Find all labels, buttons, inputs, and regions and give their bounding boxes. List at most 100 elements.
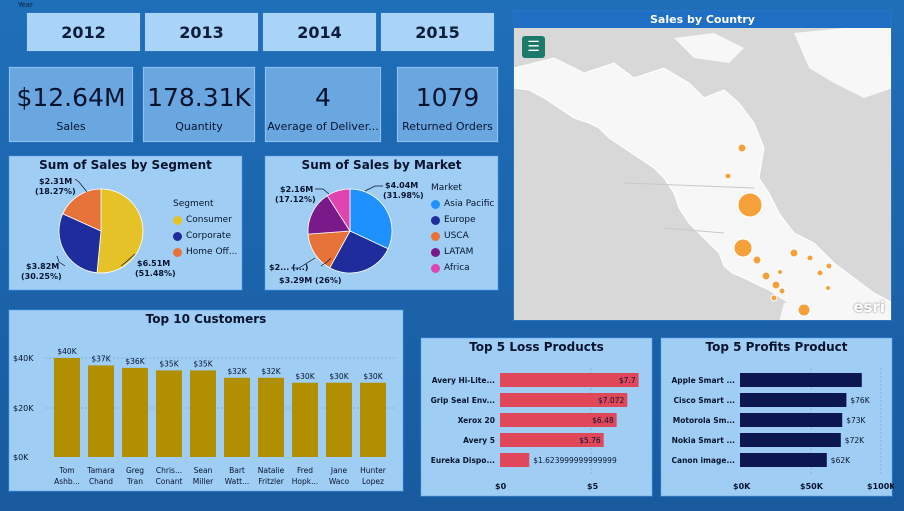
map-canvas[interactable] (514, 28, 892, 321)
profit-bar[interactable] (740, 453, 827, 467)
segment-label-right-pct: (51.48%) (135, 269, 176, 278)
year-button-2012[interactable]: 2012 (26, 12, 141, 52)
customer-bar[interactable] (88, 365, 114, 457)
x-tick-label: $5 (587, 482, 599, 491)
loss-bar[interactable] (500, 453, 530, 467)
legend-item-consumer[interactable]: Consumer (173, 215, 237, 225)
year-slicer-label: Year (18, 1, 33, 9)
x-category-label: Hopk... (292, 477, 318, 486)
x-category-label: Bart (229, 466, 245, 475)
profit-bar[interactable] (740, 433, 841, 447)
kpi-label: Average of Deliver... (267, 119, 379, 133)
y-category-label: Avery 5 (463, 436, 495, 445)
sales-by-country-map[interactable]: Sales by Country ☰ esri (513, 10, 892, 321)
kpi-card-avg-delivery: 4 Average of Deliver... (264, 66, 382, 143)
x-category-label: Lopez (362, 477, 384, 486)
top-loss-products-panel: Top 5 Loss Products $0 $5 Avery Hi-Lite.… (420, 337, 653, 497)
customer-bar[interactable] (360, 382, 386, 457)
x-category-label: Tamara (86, 466, 115, 475)
bar-data-label: $35K (159, 359, 179, 368)
x-category-label: Waco (329, 477, 350, 486)
segment-label-right: $6.51M (137, 259, 170, 268)
bar-data-label: $6.48 (592, 416, 614, 425)
customer-bar[interactable] (292, 382, 318, 457)
bar-data-label: $62K (831, 456, 851, 465)
y-category-label: Grip Seal Env... (431, 396, 496, 405)
segment-pie-panel: Sum of Sales by Segment $2.31M (18.27%) … (8, 155, 243, 291)
segment-label-bottom-pct: (30.25%) (21, 272, 62, 281)
bar-data-label: $5.76 (579, 436, 601, 445)
loss-bar[interactable] (500, 373, 639, 387)
kpi-value: 178.31K (147, 82, 251, 112)
y-category-label: Motorola Sm... (673, 416, 735, 425)
legend-item-latam[interactable]: LATAM (431, 247, 494, 257)
bar-data-label: $37K (91, 354, 111, 363)
legend-dot-icon (431, 215, 440, 225)
bar-data-label: $76K (850, 396, 870, 405)
customer-bar[interactable] (54, 358, 80, 457)
y-category-label: Avery Hi-Lite... (432, 376, 495, 385)
year-button-2014[interactable]: 2014 (262, 12, 377, 52)
legend-item-home-office[interactable]: Home Off... (173, 247, 237, 257)
kpi-label: Returned Orders (402, 119, 493, 133)
legend-item-asia-pacific[interactable]: Asia Pacific (431, 199, 494, 209)
bar-data-label: $30K (295, 372, 315, 381)
market-legend: Market Asia Pacific Europe USCA LATAM Af… (431, 183, 494, 273)
x-category-label: Fritzler (258, 477, 285, 486)
x-category-label: Ashb... (54, 477, 80, 486)
x-tick-label: $0K (733, 482, 751, 491)
market-label-top-left-pct: (17.12%) (275, 195, 316, 204)
kpi-card-sales: $12.64M Sales (8, 66, 134, 143)
customer-bar[interactable] (156, 370, 182, 457)
x-category-label: Sean (194, 466, 213, 475)
legend-item-africa[interactable]: Africa (431, 263, 494, 273)
customer-bar[interactable] (326, 382, 352, 457)
x-category-label: Chris... (156, 466, 182, 475)
segment-label-top: $2.31M (39, 177, 72, 186)
market-label-bottom: $3.29M (26%) (279, 276, 342, 285)
x-tick-label: $100K (867, 482, 894, 491)
market-label-top-left: $2.16M (280, 185, 313, 194)
x-tick-label: $50K (800, 482, 824, 491)
x-category-label: Watt... (225, 477, 250, 486)
legend-dot-icon (431, 263, 440, 273)
legend-dot-icon (173, 215, 182, 225)
customer-bar[interactable] (122, 367, 148, 457)
y-category-label: Eureka Dispo... (431, 456, 495, 465)
top-customers-chart[interactable]: $40K $20K $0K $40K Tom Ashb... $37K Tamara Ch… (9, 310, 405, 493)
bar-data-label: $40K (57, 347, 77, 356)
kpi-value: 4 (315, 82, 331, 112)
customer-bar[interactable] (224, 377, 250, 457)
x-category-label: Greg (126, 466, 144, 475)
legend-dot-icon (431, 199, 440, 209)
top-loss-products-chart[interactable]: $0 $5 Avery Hi-Lite... $7.7 Grip Seal Env.… (421, 338, 654, 498)
profit-bar[interactable] (740, 393, 847, 407)
market-legend-title: Market (431, 183, 462, 193)
segment-label-top-pct: (18.27%) (35, 187, 76, 196)
segment-label-bottom: $3.82M (26, 262, 59, 271)
x-tick-label: $0 (495, 482, 507, 491)
top-profit-products-panel: Top 5 Profits Product $0K $50K $100K App… (660, 337, 894, 498)
top-profit-products-chart[interactable]: $0K $50K $100K Apple Smart ... Cisco Smar… (661, 338, 894, 498)
customer-bar[interactable] (190, 370, 216, 457)
bar-data-label: $30K (363, 372, 383, 381)
bar-data-label: $35K (193, 359, 213, 368)
x-category-label: Miller (193, 477, 214, 486)
bar-data-label: $72K (845, 436, 865, 445)
hamburger-menu-icon[interactable]: ☰ (522, 36, 545, 58)
year-button-2013[interactable]: 2013 (144, 12, 259, 52)
bar-data-label: $73K (846, 416, 866, 425)
profit-bar[interactable] (740, 413, 843, 427)
legend-item-europe[interactable]: Europe (431, 215, 494, 225)
x-category-label: Fred (297, 466, 313, 475)
bar-data-label: $30K (329, 372, 349, 381)
year-button-2015[interactable]: 2015 (380, 12, 495, 52)
y-category-label: Canon image... (672, 456, 736, 465)
legend-item-corporate[interactable]: Corporate (173, 231, 237, 241)
x-category-label: Jane (330, 466, 348, 475)
profit-bar[interactable] (740, 373, 862, 387)
legend-item-usca[interactable]: USCA (431, 231, 494, 241)
customer-bar[interactable] (258, 377, 284, 457)
map-title: Sales by Country (514, 11, 891, 28)
kpi-label: Sales (56, 119, 86, 133)
